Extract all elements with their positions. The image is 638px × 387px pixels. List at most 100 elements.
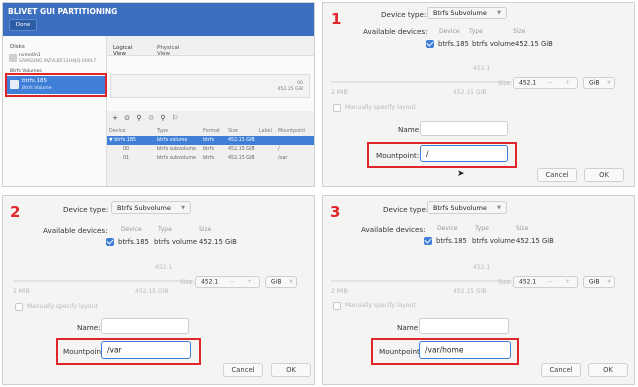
cancel-button[interactable]: Cancel: [541, 363, 581, 377]
mountpoint-label: Mountpoint:: [376, 151, 420, 160]
unit-select[interactable]: GiB ▼: [583, 276, 615, 288]
unit-value: GiB: [589, 278, 600, 286]
delete-icon[interactable]: ♲: [147, 114, 155, 122]
size-slider[interactable]: [13, 280, 193, 282]
ok-button[interactable]: OK: [271, 363, 311, 377]
device-type-value: Btrfs Subvolume: [433, 9, 487, 17]
disk-item[interactable]: nvme0n1 SAMSUNG MZVLB512HAJQ-000L7: [7, 52, 105, 66]
manual-layout-checkbox[interactable]: [15, 303, 23, 311]
edit-icon[interactable]: ⊙: [123, 114, 131, 122]
cancel-button[interactable]: Cancel: [223, 363, 263, 377]
name-input[interactable]: [101, 318, 189, 334]
cell-device: 00: [123, 147, 130, 152]
device-type-select[interactable]: Btrfs Subvolume ▼: [111, 201, 191, 214]
minus-icon[interactable]: —: [547, 79, 553, 86]
slider-max-top: 452.1: [155, 264, 173, 271]
add-subvolume-dialog-step-3: 3 Device type: Btrfs Subvolume ▼ Availab…: [322, 195, 635, 385]
ok-button[interactable]: OK: [584, 168, 624, 182]
table-row[interactable]: ▼ btrfs.185 btrfs volume btrfs 452.15 Gi…: [107, 136, 314, 145]
chevron-down-icon: ▼: [289, 279, 293, 285]
chevron-down-icon: ▼: [607, 279, 611, 285]
size-spinbox[interactable]: 452.1 — +: [195, 276, 260, 288]
mountpoint-input[interactable]: /var: [101, 341, 191, 359]
manual-layout-label: Manually specify layout: [345, 104, 416, 111]
mountpoint-input[interactable]: /var/home: [419, 341, 511, 359]
col-label: Label: [259, 129, 272, 134]
mountpoint-label: Mountpoint:: [379, 347, 423, 356]
info-icon[interactable]: ⚐: [171, 114, 179, 122]
device-row[interactable]: btrfs.185 btrfs volume 452.15 GiB: [422, 236, 572, 247]
mountpoint-value: /: [426, 149, 429, 158]
mountpoint-value: /var: [107, 345, 122, 355]
minus-icon[interactable]: —: [229, 278, 235, 285]
dev-name: btrfs.185: [118, 238, 149, 246]
mountpoint-value: /var/home: [425, 345, 464, 355]
available-devices-label: Available devices:: [43, 226, 108, 235]
disk-desc: SAMSUNG MZVLB512HAJQ-000L7: [19, 59, 97, 64]
size-value: 452.1: [519, 278, 537, 286]
name-label: Name:: [398, 125, 422, 134]
volume-bar[interactable]: 00 452.15 GiB: [110, 74, 310, 98]
table-row[interactable]: 00 btrfs subvolume btrfs 452.15 GiB /: [107, 145, 314, 154]
cancel-button[interactable]: Cancel: [537, 168, 577, 182]
dev-type: btrfs volume: [154, 238, 198, 246]
device-type-value: Btrfs Subvolume: [117, 203, 171, 212]
mountpoint-input[interactable]: /: [420, 145, 508, 162]
size-slider[interactable]: [331, 81, 511, 83]
device-checkbox[interactable]: [106, 238, 114, 246]
size-spinbox[interactable]: 452.1 — +: [513, 276, 578, 288]
size-label: Size:: [180, 279, 195, 286]
cell-format: btrfs: [203, 156, 215, 161]
done-button[interactable]: Done: [9, 19, 37, 31]
table-row[interactable]: 01 btrfs subvolume btrfs 452.15 GiB /var: [107, 154, 314, 163]
manual-layout-checkbox[interactable]: [333, 302, 341, 310]
plus-icon[interactable]: +: [565, 278, 570, 285]
device-row[interactable]: btrfs.185 btrfs volume 452.15 GiB: [104, 237, 254, 248]
slider-max: 452.15 GiB: [453, 288, 487, 295]
size-spinbox[interactable]: 452.1 — +: [513, 77, 578, 89]
device-type-select[interactable]: Btrfs Subvolume ▼: [427, 201, 507, 214]
device-row[interactable]: btrfs.185 btrfs volume 452.15 GiB: [424, 39, 564, 50]
slider-max-top: 452.1: [473, 65, 491, 72]
cell-size: 452.15 GiB: [228, 156, 255, 161]
device-type-select[interactable]: Btrfs Subvolume ▼: [427, 7, 507, 19]
device-checkbox[interactable]: [426, 40, 434, 48]
cell-type: btrfs subvolume: [157, 156, 196, 161]
size-slider[interactable]: [331, 280, 511, 282]
minus-icon[interactable]: —: [547, 278, 553, 285]
device-checkbox[interactable]: [424, 237, 432, 245]
manual-layout-label: Manually specify layout: [345, 302, 416, 309]
cell-size: 452.15 GiB: [228, 147, 255, 152]
ok-button[interactable]: OK: [588, 363, 628, 377]
logical-view-area: 00 452.15 GiB: [107, 55, 314, 111]
disks-heading: Disks: [10, 44, 25, 50]
dev-name: btrfs.185: [436, 237, 467, 245]
unit-select[interactable]: GiB ▼: [265, 276, 297, 288]
cell-type: btrfs volume: [157, 138, 188, 143]
name-input[interactable]: [419, 318, 509, 334]
table-header: Device Type Format Size Label Mountpoint: [107, 127, 314, 136]
cell-type: btrfs subvolume: [157, 147, 196, 152]
col-format: Format: [203, 129, 220, 134]
col-type: Type: [157, 129, 169, 134]
available-devices-label: Available devices:: [363, 27, 428, 36]
manual-layout-checkbox[interactable]: [333, 104, 341, 112]
col-size: Size: [228, 129, 238, 134]
plus-icon[interactable]: +: [565, 79, 570, 86]
col-device: Device: [439, 28, 460, 35]
slider-max: 452.15 GiB: [453, 89, 487, 96]
disk-name: nvme0n1: [19, 53, 41, 58]
device-type-label: Device type:: [381, 10, 427, 19]
resize-icon[interactable]: ⚲: [135, 114, 143, 122]
plus-icon[interactable]: +: [247, 278, 252, 285]
bar-label-1: 00: [297, 81, 303, 86]
device-type-label: Device type:: [383, 205, 429, 214]
unit-select[interactable]: GiB ▼: [583, 77, 615, 89]
manual-layout-label: Manually specify layout: [27, 303, 98, 310]
device-table: Device Type Format Size Label Mountpoint…: [107, 127, 314, 163]
slider-min: 2 MiB: [331, 89, 348, 96]
name-input[interactable]: [420, 121, 508, 136]
search-icon[interactable]: ⚲: [159, 114, 167, 122]
title-bar: BLIVET GUI PARTITIONING Done: [3, 3, 314, 36]
add-icon[interactable]: +: [111, 114, 119, 122]
